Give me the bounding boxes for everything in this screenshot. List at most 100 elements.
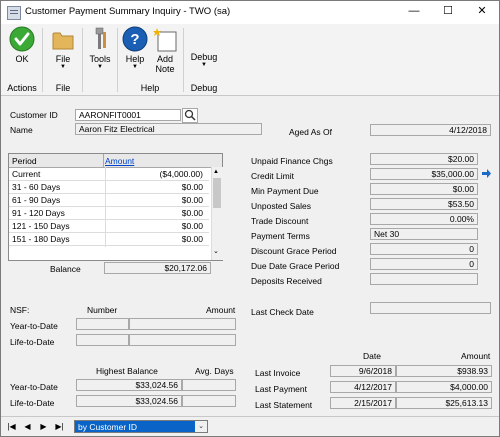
previous-record-icon[interactable]: ◀ <box>23 422 32 432</box>
group-label-debug: Debug <box>190 83 218 93</box>
payment-terms-field: Net 30 <box>370 228 478 240</box>
maximize-button[interactable]: ☐ <box>431 1 465 23</box>
last-payment-label: Last Payment <box>255 384 307 394</box>
record-navigation-bar: |◀ ◀ ▶ ▶| by Customer ID ⌄ <box>1 416 499 436</box>
header-divider <box>103 154 104 167</box>
ok-check-icon <box>9 26 35 52</box>
aging-row-amount: $0.00 <box>181 221 203 231</box>
group-label-file: File <box>55 83 71 93</box>
balance-field: $20,172.06 <box>104 262 211 274</box>
help-question-icon: ? <box>122 26 148 52</box>
debug-dropdown-arrow-icon: ▼ <box>201 62 207 68</box>
debug-menu-button[interactable]: Debug ▼ <box>187 26 221 68</box>
highest-balance-ltd-field: $33,024.56 <box>76 395 182 407</box>
aging-row-period: 61 - 90 Days <box>12 195 61 205</box>
last-payment-amount-field: $4,000.00 <box>396 381 492 393</box>
aging-row[interactable]: Current ($4,000.00) <box>9 168 209 181</box>
column-divider <box>105 167 106 247</box>
customer-lookup-button[interactable] <box>182 108 198 123</box>
avg-days-ytd-field <box>182 379 236 391</box>
file-button-label: File <box>55 54 71 64</box>
window-title: Customer Payment Summary Inquiry - TWO (… <box>25 6 231 17</box>
last-check-date-field <box>370 302 491 314</box>
deposits-received-label: Deposits Received <box>251 276 322 286</box>
magnifier-icon <box>184 109 196 121</box>
aging-row-period: 31 - 60 Days <box>12 182 61 192</box>
aging-row-amount: $0.00 <box>181 182 203 192</box>
last-record-icon[interactable]: ▶| <box>55 422 64 432</box>
customer-id-field[interactable]: AARONFIT0001 <box>75 109 181 121</box>
ribbon-divider <box>117 28 118 92</box>
min-payment-field: $0.00 <box>370 183 478 195</box>
ribbon-divider <box>183 28 184 92</box>
file-menu-button[interactable]: File ▼ <box>49 26 77 70</box>
aging-row[interactable]: 121 - 150 Days $0.00 <box>9 220 209 233</box>
trade-discount-field: 0.00% <box>370 213 478 225</box>
tools-icon <box>95 27 106 49</box>
aging-row-amount: $0.00 <box>181 234 203 244</box>
due-date-grace-label: Due Date Grace Period <box>251 261 340 271</box>
help-dropdown-arrow-icon: ▼ <box>132 64 138 70</box>
aging-row-period: 151 - 180 Days <box>12 234 70 244</box>
close-button[interactable]: ✕ <box>465 1 499 23</box>
deposits-received-field <box>370 273 478 285</box>
balances-ytd-label: Year-to-Date <box>10 382 58 392</box>
balance-label: Balance <box>50 264 81 274</box>
window-app-icon <box>7 6 21 20</box>
sort-dropdown-arrow-icon[interactable]: ⌄ <box>195 421 207 432</box>
first-record-icon[interactable]: |◀ <box>7 422 16 432</box>
scroll-thumb[interactable] <box>213 178 221 208</box>
ribbon-divider <box>42 28 43 92</box>
nsf-ltd-number-field <box>76 334 129 346</box>
last-statement-label: Last Statement <box>255 400 313 410</box>
highest-balance-header: Highest Balance <box>96 366 158 376</box>
aging-row-amount: ($4,000.00) <box>159 169 203 179</box>
name-label: Name <box>10 125 33 135</box>
scroll-up-arrow-icon[interactable]: ▲ <box>213 169 219 175</box>
credit-limit-expand-arrow-icon[interactable] <box>481 168 492 179</box>
aging-row[interactable]: 61 - 90 Days $0.00 <box>9 194 209 207</box>
nsf-ytd-number-field <box>76 318 129 330</box>
min-payment-label: Min Payment Due <box>251 186 319 196</box>
amount-column-header[interactable]: Amount <box>105 156 134 166</box>
avg-days-ltd-field <box>182 395 236 407</box>
group-label-actions: Actions <box>7 83 37 93</box>
ribbon-toolbar: OK Actions File ▼ File Tools ▼ ? Help ▼ … <box>1 24 499 96</box>
nsf-ltd-label: Life-to-Date <box>10 337 55 347</box>
ribbon-divider <box>82 28 83 92</box>
help-button-label: Help <box>125 54 145 64</box>
add-note-button-label: Add Note <box>155 54 175 74</box>
ok-button[interactable]: OK <box>7 26 37 64</box>
debug-button-label: Debug <box>190 52 218 62</box>
tools-menu-button[interactable]: Tools ▼ <box>85 26 115 70</box>
aging-row[interactable]: 151 - 180 Days $0.00 <box>9 233 209 246</box>
next-record-icon[interactable]: ▶ <box>39 422 48 432</box>
tools-button-label: Tools <box>89 54 111 64</box>
help-menu-button[interactable]: ? Help ▼ <box>121 26 149 70</box>
customer-name-field: Aaron Fitz Electrical <box>75 123 262 135</box>
aging-row-period: 121 - 150 Days <box>12 221 70 231</box>
unposted-sales-label: Unposted Sales <box>251 201 312 211</box>
add-note-icon <box>153 28 177 52</box>
last-check-date-label: Last Check Date <box>251 307 314 317</box>
credit-limit-field: $35,000.00 <box>370 168 478 180</box>
last-payment-date-field: 4/12/2017 <box>330 381 396 393</box>
aged-as-of-field: 4/12/2018 <box>370 124 491 136</box>
last-statement-date-field: 2/15/2017 <box>330 397 396 409</box>
group-label-help: Help <box>140 83 160 93</box>
aging-row-period: Current <box>12 169 41 179</box>
minimize-button[interactable]: — <box>397 1 431 23</box>
aging-row-period: 91 - 120 Days <box>12 208 65 218</box>
ok-button-label: OK <box>15 54 29 64</box>
add-note-button[interactable]: Add Note <box>151 26 179 74</box>
aging-grid-scrollbar[interactable]: ▲ ⌄ <box>211 167 223 260</box>
aging-row[interactable]: 91 - 120 Days $0.00 <box>9 207 209 220</box>
aging-row[interactable]: 31 - 60 Days $0.00 <box>9 181 209 194</box>
aging-periods-grid: Period Amount Current ($4,000.00) 31 - 6… <box>8 153 223 261</box>
aging-row-amount: $0.00 <box>181 208 203 218</box>
balances-ltd-label: Life-to-Date <box>10 398 55 408</box>
scroll-down-arrow-icon[interactable]: ⌄ <box>213 247 219 255</box>
aged-as-of-label: Aged As Of <box>289 127 332 137</box>
sort-order-select[interactable]: by Customer ID ⌄ <box>74 420 208 433</box>
last-date-header: Date <box>363 351 381 361</box>
